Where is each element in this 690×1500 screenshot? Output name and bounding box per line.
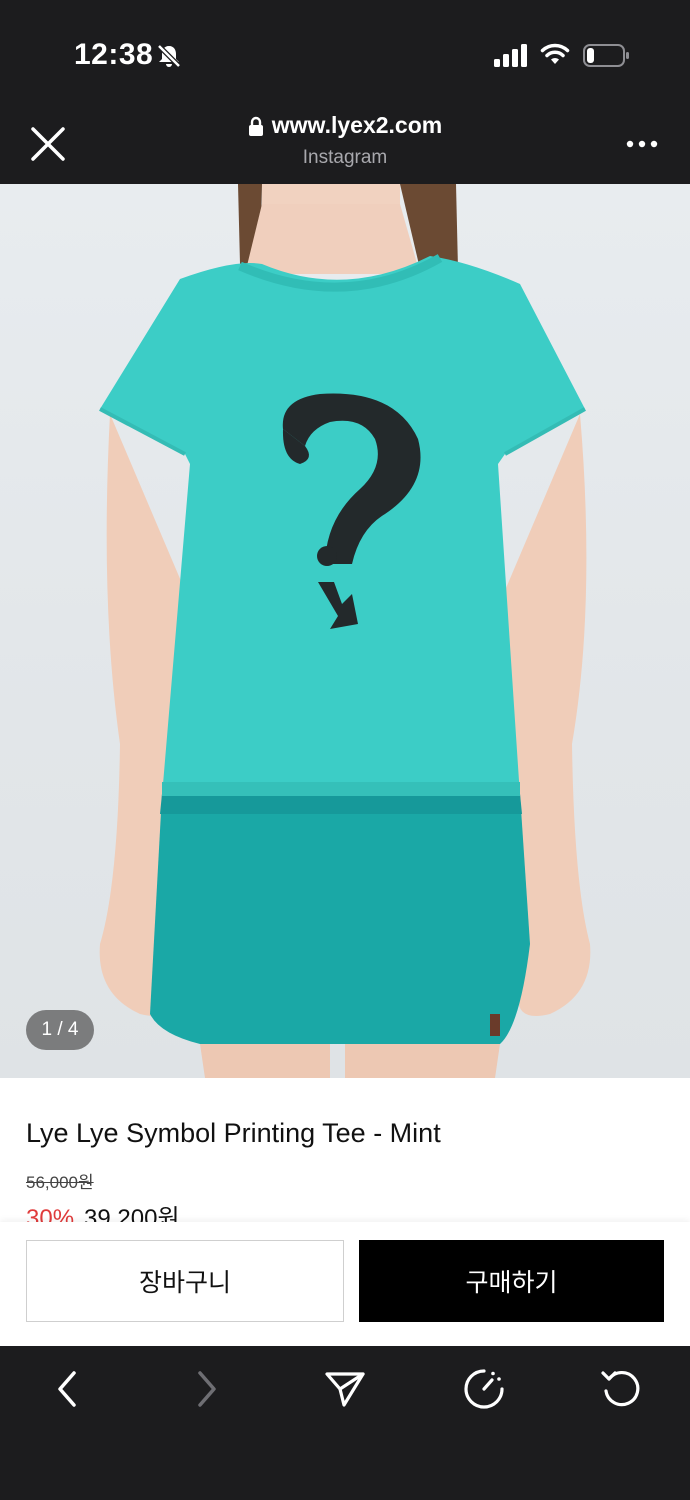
refresh-button[interactable] [596,1364,646,1414]
battery-low-icon [583,44,629,67]
product-image-gallery[interactable]: 1 / 4 [0,184,690,1078]
cellular-signal-icon [494,44,527,67]
share-button[interactable] [320,1364,370,1414]
refresh-icon [601,1371,640,1407]
action-bar: 장바구니 구매하기 [0,1222,690,1346]
speed-icon [464,1369,504,1409]
add-to-cart-button[interactable]: 장바구니 [26,1240,344,1322]
bell-slash-icon [157,44,181,68]
buy-now-button[interactable]: 구매하기 [359,1240,664,1322]
back-icon [58,1371,76,1407]
back-button[interactable] [42,1364,92,1414]
browser-toolbar [0,1346,690,1500]
product-info: Lye Lye Symbol Printing Tee - Mint 56,00… [0,1078,690,1232]
status-time: 12:38 [74,38,154,71]
forward-icon [198,1371,216,1407]
address-bar[interactable]: www.lyex2.com Instagram [0,112,690,169]
source-label: Instagram [302,146,388,168]
original-price: 56,000원 [26,1173,94,1192]
share-icon [325,1372,365,1407]
status-bar: 12:38 [0,0,690,108]
image-counter: 1 / 4 [26,1010,94,1050]
lock-icon [248,116,263,136]
product-title: Lye Lye Symbol Printing Tee - Mint [26,1118,441,1148]
speed-button[interactable] [459,1364,509,1414]
wifi-icon [540,43,570,64]
forward-button[interactable] [182,1364,232,1414]
more-dots-icon[interactable] [626,138,658,150]
url-text: www.lyex2.com [271,112,443,138]
browser-header: www.lyex2.com Instagram [0,108,690,184]
product-photo [99,184,591,1078]
